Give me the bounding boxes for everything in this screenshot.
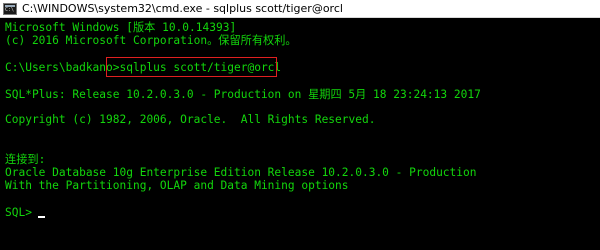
- cmd-icon: [3, 2, 17, 15]
- sql-prompt[interactable]: SQL>: [5, 206, 39, 219]
- console-line-options: With the Partitioning, OLAP and Data Min…: [5, 179, 349, 192]
- text-cursor: [38, 216, 45, 218]
- console-line-oracle-copyright: Copyright (c) 1982, 2006, Oracle. All Ri…: [5, 113, 376, 126]
- console-line-copyright-ms: (c) 2016 Microsoft Corporation。保留所有权利。: [5, 34, 297, 47]
- cmd-window: C:\WINDOWS\system32\cmd.exe - sqlplus sc…: [0, 0, 600, 250]
- title-bar[interactable]: C:\WINDOWS\system32\cmd.exe - sqlplus sc…: [0, 0, 600, 18]
- console-area[interactable]: Microsoft Windows [版本 10.0.14393] (c) 20…: [0, 18, 600, 250]
- command-highlight-box: [106, 57, 277, 77]
- console-line-windows-version: Microsoft Windows [版本 10.0.14393]: [5, 21, 237, 34]
- console-line-connected: 连接到:: [5, 153, 46, 166]
- console-line-sqlplus-release: SQL*Plus: Release 10.2.0.3.0 - Productio…: [5, 88, 481, 101]
- console-line-database-edition: Oracle Database 10g Enterprise Edition R…: [5, 166, 477, 179]
- window-title: C:\WINDOWS\system32\cmd.exe - sqlplus sc…: [22, 1, 343, 15]
